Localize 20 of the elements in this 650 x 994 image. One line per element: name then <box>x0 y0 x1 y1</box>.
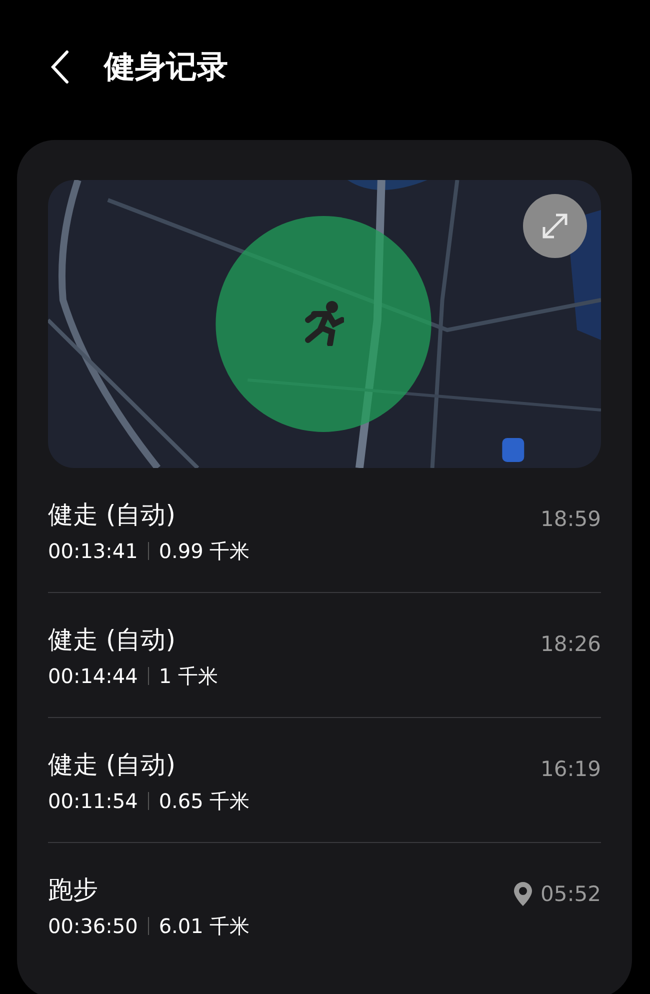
distance: 0.99 千米 <box>158 538 250 565</box>
duration: 00:36:50 <box>48 913 138 940</box>
record-time: 18:59 <box>540 506 601 533</box>
activity-title: 健走 (自动) <box>48 499 176 531</box>
record-time: 05:52 <box>540 881 601 908</box>
duration: 00:13:41 <box>48 538 138 565</box>
record-time: 18:26 <box>540 631 601 658</box>
activity-title: 健走 (自动) <box>48 749 176 781</box>
distance: 6.01 千米 <box>158 913 250 940</box>
distance: 1 千米 <box>158 663 218 690</box>
duration: 00:11:54 <box>48 788 138 815</box>
activity-title: 健走 (自动) <box>48 624 176 656</box>
distance: 0.65 千米 <box>158 788 250 815</box>
back-icon <box>50 50 70 84</box>
expand-icon <box>540 211 570 241</box>
page-title: 健身记录 <box>104 48 228 87</box>
activity-title: 跑步 <box>48 874 99 906</box>
record-time: 16:19 <box>540 756 601 783</box>
duration: 00:14:44 <box>48 663 138 690</box>
runner-icon <box>302 300 344 346</box>
